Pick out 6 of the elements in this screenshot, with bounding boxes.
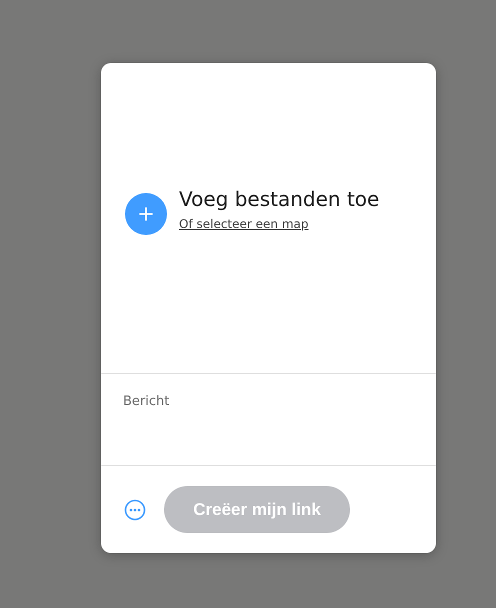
message-field[interactable]: Bericht — [101, 374, 436, 466]
add-files-button[interactable] — [125, 193, 167, 235]
more-options-icon[interactable] — [124, 498, 146, 520]
select-folder-link[interactable]: Of selecteer een map — [179, 217, 380, 231]
plus-icon — [139, 207, 153, 221]
upload-title: Voeg bestanden toe — [179, 187, 380, 211]
